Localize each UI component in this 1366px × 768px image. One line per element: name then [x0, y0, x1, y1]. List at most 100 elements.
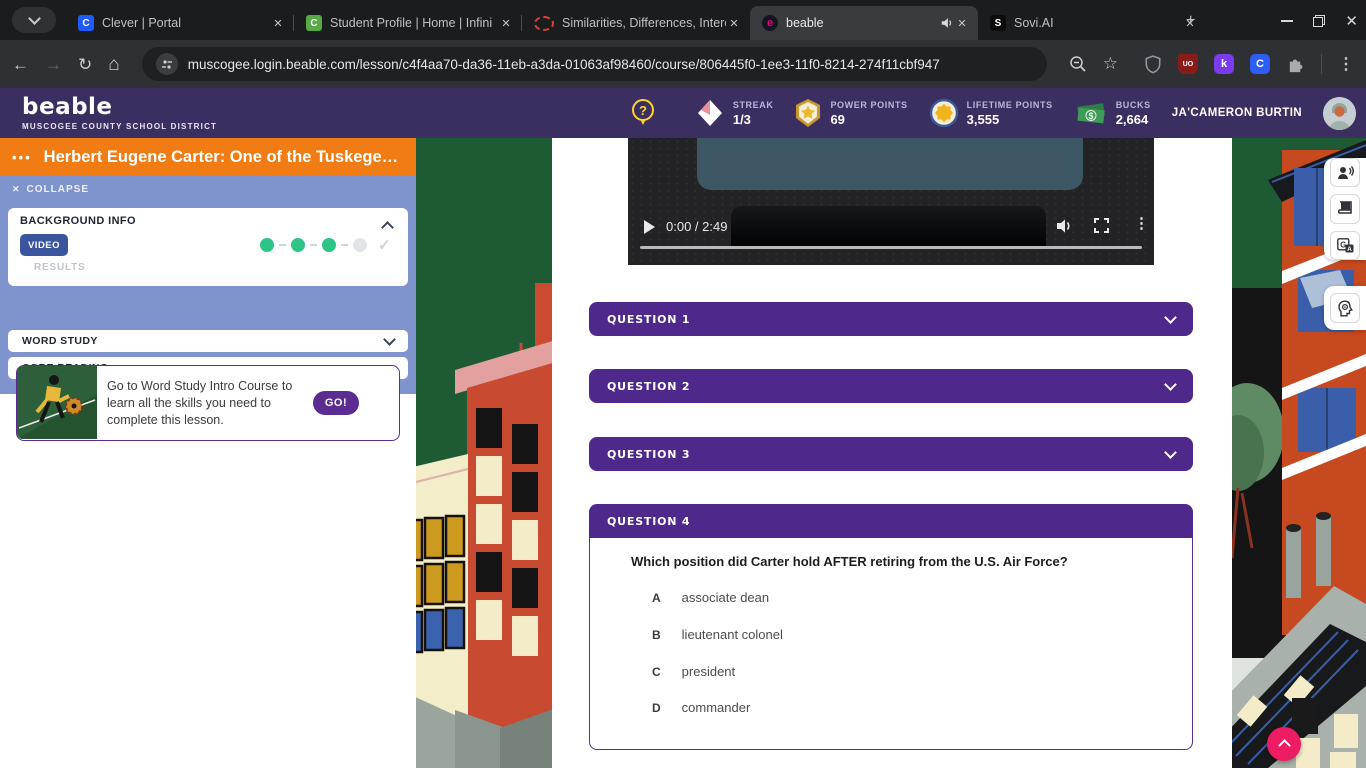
word-study-section[interactable]: WORD STUDY [8, 330, 408, 352]
beable-favicon: e [762, 15, 778, 31]
tab-infinite-campus[interactable]: C Student Profile | Home | Infini ✕ [294, 6, 522, 40]
tab-clever[interactable]: C Clever | Portal ✕ [66, 6, 294, 40]
fullscreen-button[interactable] [1094, 218, 1109, 233]
close-window-button[interactable]: ✕ [1345, 12, 1358, 30]
question-1-bar[interactable]: QUESTION 1 [589, 302, 1193, 336]
question-4-prompt: Which position did Carter hold AFTER ret… [631, 554, 1068, 569]
bucks-stat: $ BUCKS 2,664 [1074, 99, 1151, 127]
background-info-card: BACKGROUND INFO VIDEO ✓ RESULTS [8, 208, 408, 286]
chevron-down-icon [1164, 446, 1177, 459]
new-tab-button[interactable]: + [1186, 12, 1195, 30]
question-3-bar[interactable]: QUESTION 3 [589, 437, 1193, 471]
lesson-menu-button[interactable]: ••• [12, 150, 32, 165]
close-icon: ✕ [12, 184, 21, 195]
choice-letter: D [652, 701, 661, 715]
thinking-coach-button[interactable] [1330, 293, 1360, 323]
header-stats: ? STREAK 1/3 POWER POINTS 69 [630, 88, 1356, 138]
go-button[interactable]: GO! [313, 391, 359, 415]
kami-extension-icon[interactable]: k [1214, 54, 1234, 74]
tab-audio-icon[interactable] [940, 16, 954, 30]
screen: C Clever | Portal ✕ C Student Profile | … [0, 0, 1366, 768]
minimize-button[interactable] [1281, 20, 1293, 22]
restore-button[interactable] [1313, 15, 1325, 27]
tab-close-button[interactable]: ✕ [270, 15, 286, 31]
clever-extension-icon[interactable]: C [1250, 54, 1270, 74]
tab-close-button[interactable]: ✕ [498, 15, 514, 31]
tab-close-button[interactable]: ✕ [726, 15, 742, 31]
progress-dash [341, 244, 348, 246]
question-2-bar[interactable]: QUESTION 2 [589, 369, 1193, 403]
accessibility-toolbar: G A [1324, 158, 1366, 260]
tabs: C Clever | Portal ✕ C Student Profile | … [66, 6, 1206, 40]
adblock-shield-icon[interactable] [1144, 55, 1162, 74]
tab-similarities[interactable]: Similarities, Differences, Intere ✕ [522, 6, 750, 40]
tab-close-button[interactable]: ✕ [954, 15, 970, 31]
power-points-stat: POWER POINTS 69 [794, 98, 907, 128]
help-button[interactable]: ? [630, 98, 656, 128]
avatar[interactable] [1323, 97, 1356, 130]
lifetime-points-stat: LIFETIME POINTS 3,555 [929, 98, 1053, 128]
reload-button[interactable]: ↻ [78, 56, 92, 73]
video-player[interactable]: 0:00 / 2:49 ⋮ [628, 138, 1154, 265]
video-progress-line[interactable] [640, 246, 1142, 249]
choice-letter: C [652, 665, 661, 679]
choice-text[interactable]: associate dean [682, 590, 769, 605]
choice-letter: A [652, 591, 661, 605]
word-study-label: WORD STUDY [22, 335, 385, 347]
progress-dot-done [291, 238, 305, 252]
choice-b[interactable]: B lieutenant colonel [652, 627, 783, 642]
video-time: 0:00 / 2:49 [666, 219, 727, 234]
choice-a[interactable]: A associate dean [652, 590, 769, 605]
seek-bar[interactable] [731, 206, 1046, 248]
tab-title: Student Profile | Home | Infini [330, 16, 498, 30]
home-button[interactable]: ⌂ [108, 55, 119, 74]
promo-card: Go to Word Study Intro Course to learn a… [16, 365, 400, 441]
choice-text[interactable]: lieutenant colonel [682, 627, 783, 642]
play-button[interactable] [644, 220, 655, 234]
window-controls: ✕ [1281, 12, 1358, 30]
read-aloud-button[interactable] [1330, 158, 1360, 187]
chevron-up-icon[interactable] [381, 221, 394, 234]
address-bar[interactable]: muscogee.login.beable.com/lesson/c4f4aa7… [142, 47, 1047, 81]
site-info-button[interactable] [156, 53, 178, 75]
forward-button[interactable]: → [45, 56, 62, 73]
zoom-indicator-icon[interactable] [1069, 55, 1087, 73]
beable-logo: beable [22, 94, 217, 120]
results-label: RESULTS [34, 262, 86, 273]
extensions-puzzle-icon[interactable] [1286, 55, 1305, 74]
choice-d[interactable]: D commander [652, 700, 750, 715]
chevron-down-icon [1164, 378, 1177, 391]
lesson-title: Herbert Eugene Carter: One of the Tuskeg… [44, 148, 404, 167]
question-label: QUESTION 3 [607, 448, 1166, 461]
volume-button[interactable] [1056, 218, 1074, 234]
choice-text[interactable]: president [682, 664, 735, 679]
tab-search-button[interactable] [12, 7, 56, 33]
bucks-icon: $ [1074, 99, 1108, 127]
tab-beable[interactable]: e beable ✕ [750, 6, 978, 40]
collapse-button[interactable]: ✕ COLLAPSE [12, 184, 89, 195]
ublock-extension-icon[interactable]: UO [1178, 54, 1198, 74]
lesson-sidebar: ••• Herbert Eugene Carter: One of the Tu… [0, 138, 416, 768]
bookmark-star-icon[interactable]: ☆ [1103, 54, 1118, 74]
progress-dash [279, 244, 286, 246]
video-menu-button[interactable]: ⋮ [1134, 214, 1149, 232]
back-button[interactable]: ← [12, 56, 29, 73]
question-4-bar[interactable]: QUESTION 4 [589, 504, 1193, 538]
stat-label: BUCKS [1116, 100, 1151, 110]
browser-toolbar: ← → ↻ ⌂ muscogee.login.beable.com/lesson… [0, 40, 1366, 88]
chevron-down-icon [1164, 311, 1177, 324]
district-name: MUSCOGEE COUNTY SCHOOL DISTRICT [22, 122, 217, 131]
chevron-down-icon [383, 333, 396, 346]
dictionary-button[interactable] [1330, 194, 1360, 223]
tab-title: beable [786, 16, 940, 30]
browser-menu-button[interactable]: ⋮ [1338, 54, 1354, 74]
tab-sovi[interactable]: S Sovi.AI ✕ [978, 6, 1206, 40]
sovi-favicon: S [990, 15, 1006, 31]
scroll-top-button[interactable] [1267, 727, 1301, 761]
choice-text[interactable]: commander [682, 700, 751, 715]
video-tab-button[interactable]: VIDEO [20, 234, 68, 256]
progress-dash [310, 244, 317, 246]
choice-c[interactable]: C president [652, 664, 735, 679]
translate-button[interactable]: G A [1330, 231, 1360, 260]
url-text[interactable]: muscogee.login.beable.com/lesson/c4f4aa7… [188, 57, 940, 72]
